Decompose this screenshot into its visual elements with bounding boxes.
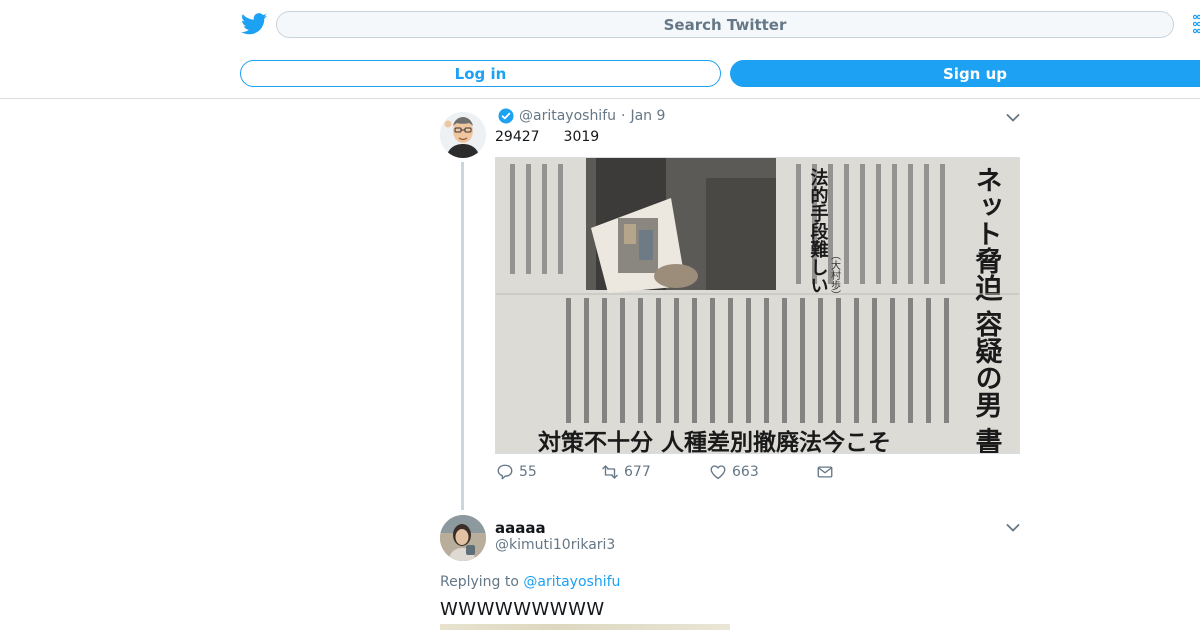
twitter-bird-icon[interactable]	[241, 13, 267, 35]
heart-icon	[710, 465, 726, 480]
chevron-down-icon[interactable]	[1006, 523, 1020, 533]
count-a: 29427	[495, 129, 540, 145]
tweet-date[interactable]: Jan 9	[630, 108, 665, 124]
reply-icon	[497, 464, 513, 480]
user-avatar-photo	[440, 515, 486, 561]
tweet-image[interactable]: ネット脅迫 容疑の男 書類送検 法的手段難しい 対策不十分 人種差別撤廃法今こそ…	[495, 157, 1020, 454]
reply-button[interactable]: 55	[496, 463, 537, 481]
more-options-icon[interactable]	[1193, 14, 1200, 34]
tweet-text: WWWWWWWWW	[440, 599, 605, 620]
thread-connector-line	[461, 162, 464, 510]
tweet-handle[interactable]: @aritayoshifu	[519, 108, 616, 124]
tweet-counts: 29427 3019	[495, 129, 599, 145]
tweet-actions: 55 677 663	[496, 463, 836, 485]
top-bar: Search Twitter Log in Sign up	[0, 0, 1200, 99]
retweet-count: 677	[624, 464, 651, 480]
envelope-icon	[817, 466, 833, 478]
like-count: 663	[732, 464, 759, 480]
tweet-header: @aritayoshifu · Jan 9	[498, 108, 665, 124]
avatar[interactable]	[440, 515, 486, 561]
direct-message-button[interactable]	[816, 463, 839, 481]
tweet-author-name[interactable]: aaaaa	[495, 519, 546, 537]
newspaper-clipping-image: ネット脅迫 容疑の男 書類送検 法的手段難しい 対策不十分 人種差別撤廃法今こそ…	[496, 158, 1019, 454]
headline-left: 法的手段難しい	[808, 167, 829, 294]
search-placeholder: Search Twitter	[663, 15, 787, 34]
user-avatar-illustration	[440, 112, 486, 158]
tweet-image[interactable]	[440, 624, 730, 630]
retweet-icon	[602, 465, 618, 479]
avatar[interactable]	[440, 112, 486, 158]
search-input[interactable]: Search Twitter	[276, 11, 1174, 38]
like-button[interactable]: 663	[709, 463, 759, 481]
replying-prefix: Replying to	[440, 574, 519, 590]
replying-to-line: Replying to @aritayoshifu	[440, 574, 620, 590]
chevron-down-icon[interactable]	[1006, 113, 1020, 123]
replying-to-link[interactable]: @aritayoshifu	[523, 574, 620, 590]
signup-button[interactable]: Sign up	[730, 60, 1200, 87]
retweet-button[interactable]: 677	[601, 463, 651, 481]
headline-bottom: 対策不十分 人種差別撤廃法今こそ	[538, 429, 891, 454]
tweet-handle[interactable]: @kimuti10rikari3	[495, 537, 615, 553]
photo-credit: （大村歩）	[829, 250, 841, 300]
reply-count: 55	[519, 464, 537, 480]
headline-right: ネット脅迫 容疑の男 書類送検	[971, 166, 1004, 454]
separator-dot: ·	[621, 108, 626, 124]
count-b: 3019	[563, 129, 600, 145]
login-button[interactable]: Log in	[240, 60, 721, 87]
verified-badge-icon	[498, 108, 514, 124]
